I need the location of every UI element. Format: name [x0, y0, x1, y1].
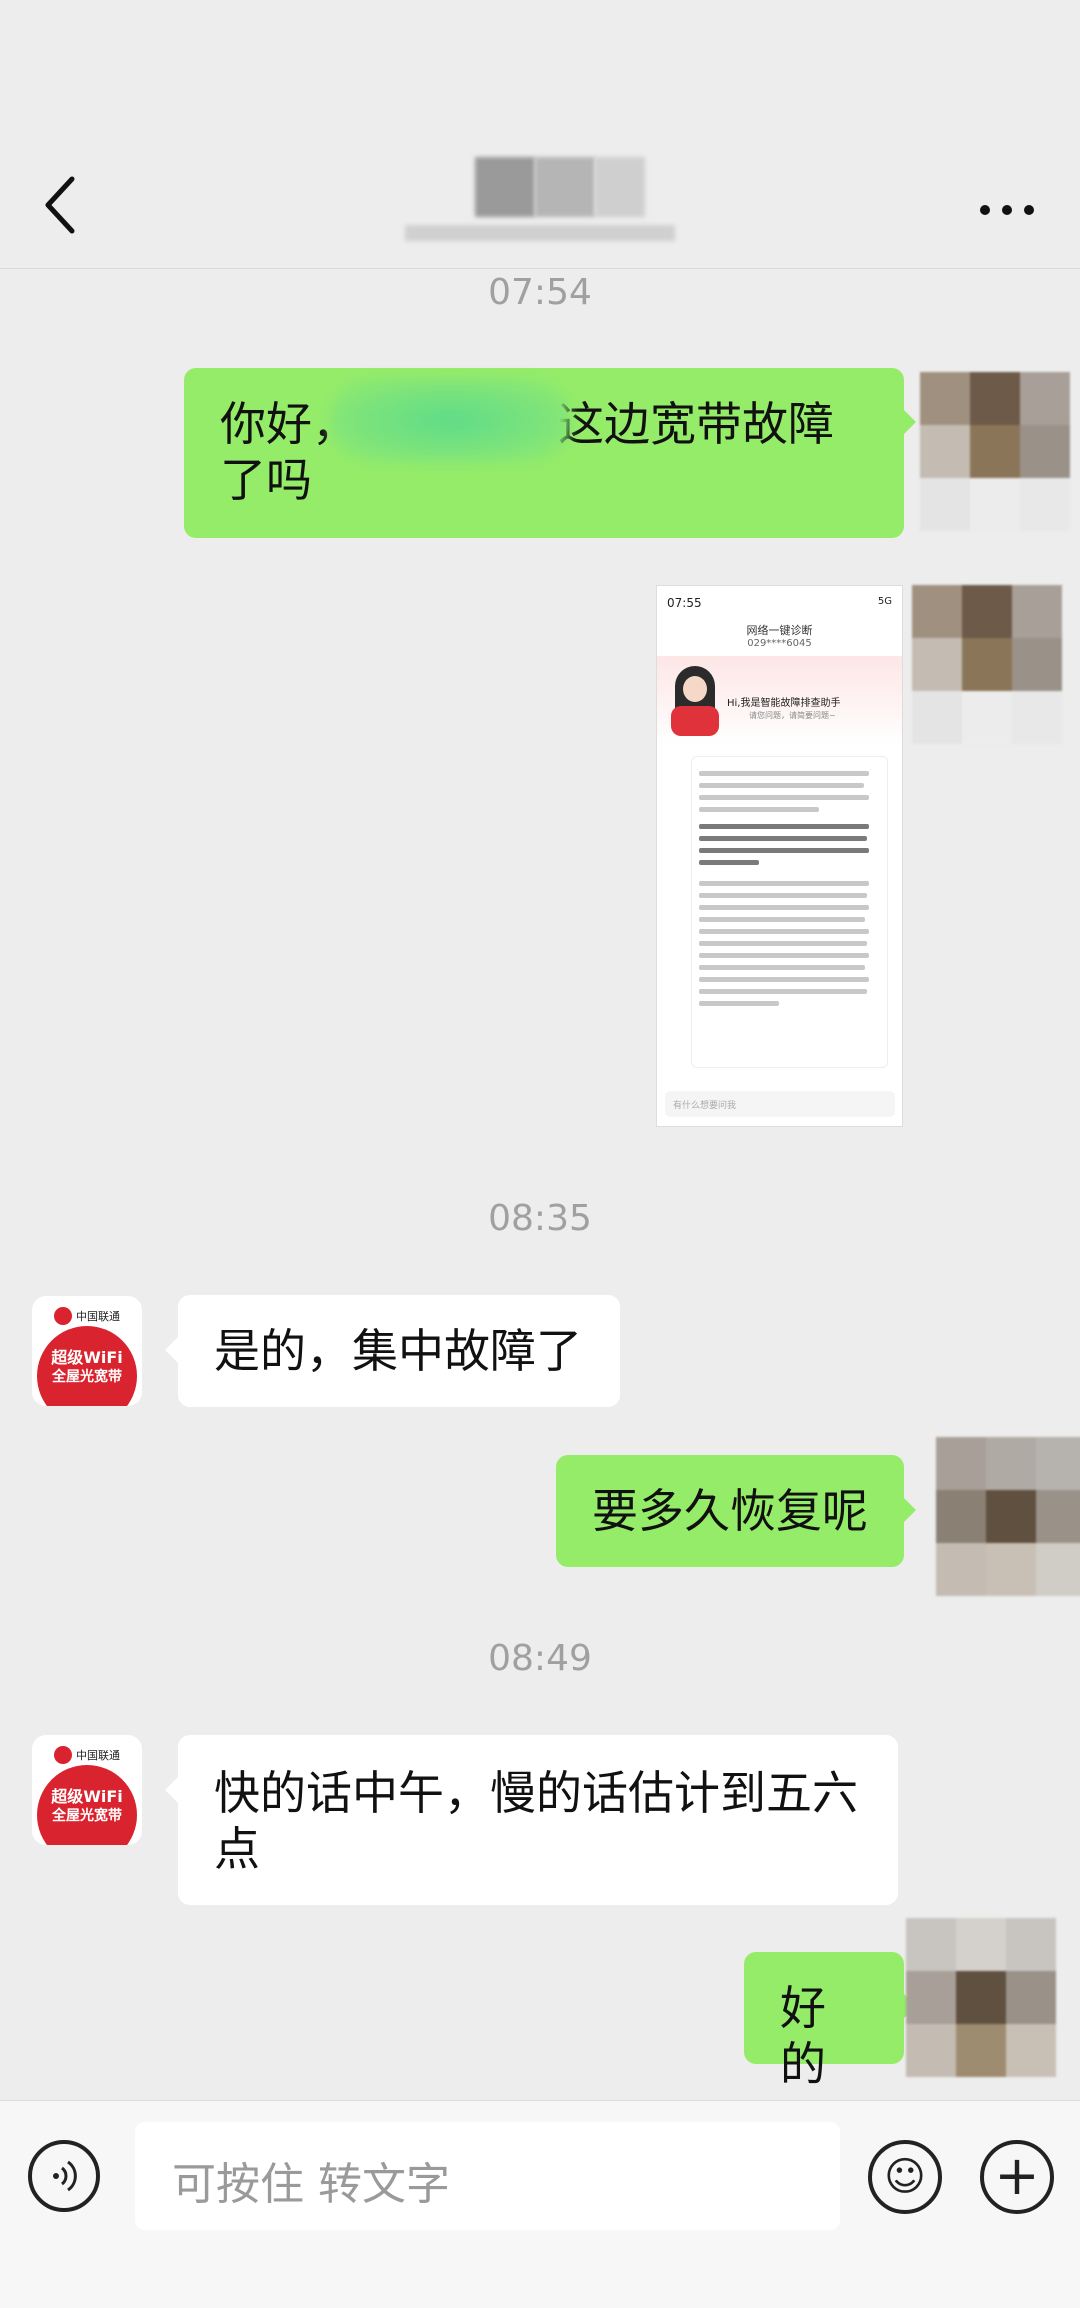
avatar-brand: 中国联通 [76, 1310, 120, 1323]
screenshot-greeting-sub: 请您问题，请简要问题~ [749, 711, 836, 720]
message-text: 要多久恢复呢 [592, 1484, 868, 1538]
message-text: 是的，集中故障了 [214, 1324, 582, 1378]
message-bubble-incoming[interactable]: 快的话中午，慢的话估计到五六点 [178, 1735, 898, 1905]
screenshot-card [691, 756, 888, 1068]
my-avatar-blurred[interactable] [906, 1918, 1056, 2078]
message-text: 快的话中午，慢的话估计到五六点 [214, 1766, 858, 1876]
voice-waves-icon [53, 2160, 77, 2192]
message-bubble-outgoing[interactable]: 好的 [744, 1952, 904, 2091]
screenshot-title: 网络一键诊断 [746, 624, 813, 637]
screenshot-time: 07:55 [667, 596, 702, 610]
china-unicom-logo-icon [54, 1746, 72, 1764]
my-avatar-blurred[interactable] [936, 1437, 1080, 1597]
bubble-tail [902, 1496, 916, 1524]
avatar-line2: 全屋光宽带 [52, 1369, 122, 1385]
message-bubble-outgoing[interactable]: 要多久恢复呢 [556, 1455, 904, 1567]
my-avatar-blurred[interactable] [920, 372, 1070, 532]
screenshot-number: 029****6045 [747, 638, 812, 649]
more-dots-icon[interactable] [975, 190, 1045, 230]
emoji-icon[interactable]: ☺ [868, 2140, 942, 2214]
screenshot-input-placeholder: 有什么想要问我 [673, 1101, 737, 1111]
assistant-face [683, 676, 707, 702]
timestamp: 07:54 [488, 272, 592, 313]
chat-title-blurred [405, 155, 675, 245]
timestamp: 08:35 [488, 1198, 592, 1239]
china-unicom-logo-icon [54, 1307, 72, 1325]
assistant-body [671, 706, 719, 736]
my-avatar-blurred[interactable] [912, 585, 1062, 745]
redaction-blur [330, 378, 570, 463]
avatar-badge: 超级WiFi 全屋光宽带 [37, 1765, 137, 1845]
bubble-tail [165, 1336, 179, 1364]
bubble-tail [165, 1776, 179, 1804]
plus-icon[interactable]: + [980, 2140, 1054, 2214]
avatar-badge: 超级WiFi 全屋光宽带 [37, 1326, 137, 1406]
message-bubble-incoming[interactable]: 是的，集中故障了 [178, 1295, 620, 1407]
avatar-line1: 超级WiFi [51, 1787, 123, 1806]
contact-avatar[interactable]: 中国联通 超级WiFi 全屋光宽带 [32, 1735, 142, 1845]
avatar-brand: 中国联通 [76, 1749, 120, 1762]
avatar-line2: 全屋光宽带 [52, 1808, 122, 1824]
screenshot-greeting: Hi,我是智能故障排查助手 [727, 698, 841, 709]
message-input-placeholder: 可按住 转文字 [172, 2159, 450, 2210]
avatar-line1: 超级WiFi [51, 1348, 123, 1367]
contact-avatar[interactable]: 中国联通 超级WiFi 全屋光宽带 [32, 1296, 142, 1406]
screenshot-network: 5G [877, 596, 892, 607]
screenshot-image[interactable]: 07:55 5G 网络一键诊断 029****6045 Hi,我是智能故障排查助… [656, 585, 903, 1127]
bubble-tail [902, 408, 916, 436]
timestamp: 08:49 [488, 1638, 592, 1679]
chevron-left-icon[interactable] [40, 175, 80, 235]
message-text: 好的 [780, 1981, 826, 2091]
